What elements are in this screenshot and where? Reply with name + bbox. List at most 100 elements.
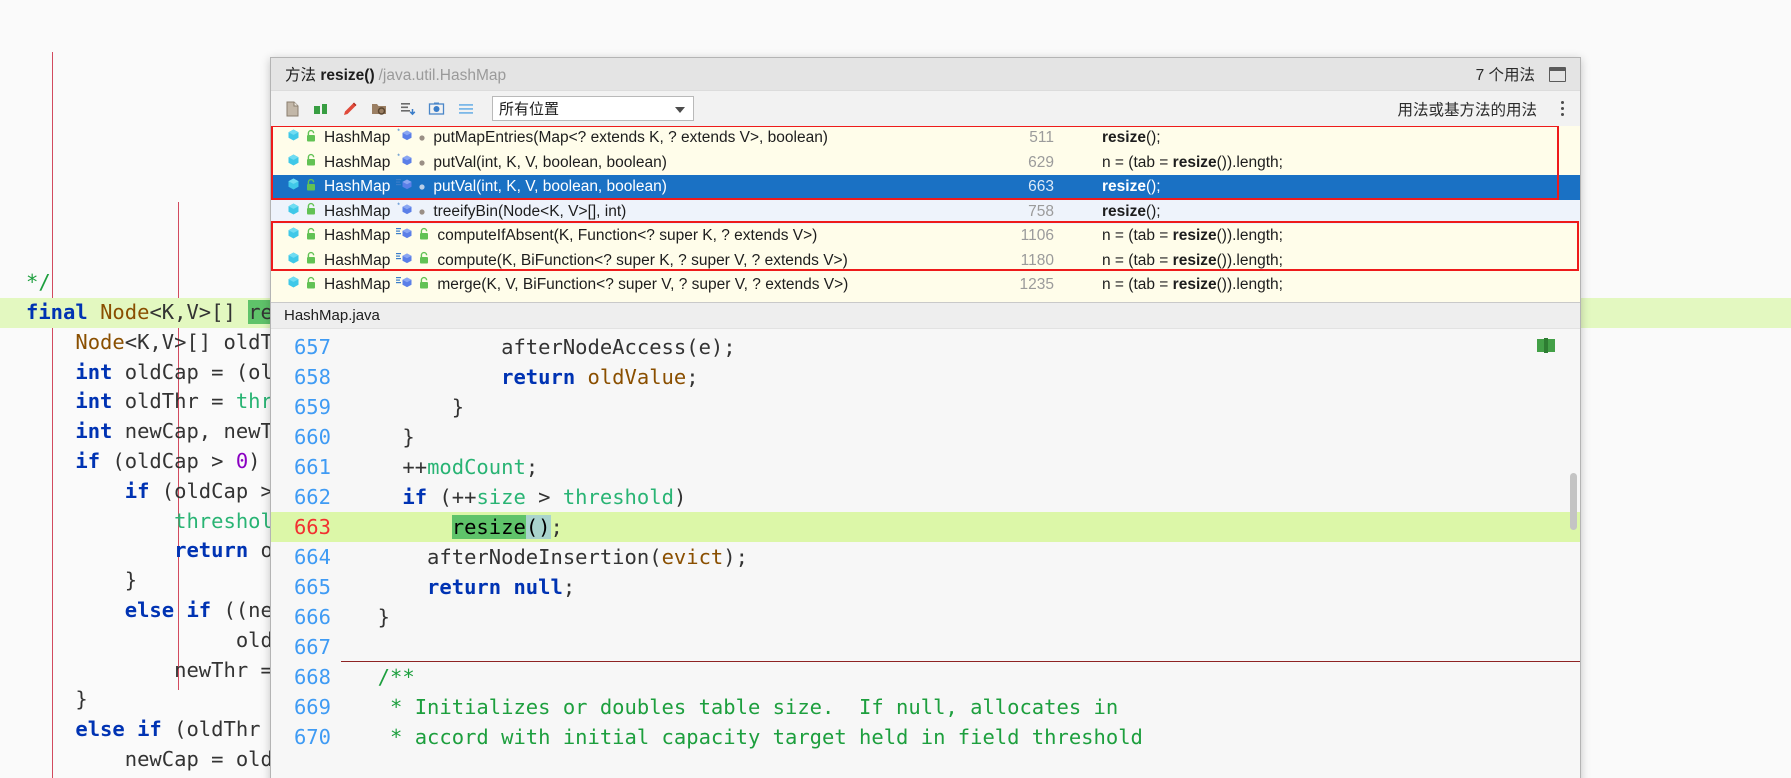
- usage-code-match: resize: [1172, 251, 1217, 269]
- usage-row[interactable]: HashMap putVal(int, K, V, boolean, boolea…: [271, 175, 1580, 200]
- method-icons: *: [396, 202, 426, 222]
- usage-code-prefix: n = (tab =: [1102, 276, 1173, 294]
- code-token: ;: [562, 575, 576, 599]
- popup-title: 方法 resize()/java.util.HashMap: [285, 63, 506, 85]
- code-token: if: [26, 448, 113, 473]
- visibility-dot-icon: [418, 178, 426, 196]
- method-icons: [396, 275, 430, 295]
- code-token: (: [649, 545, 662, 569]
- code-token: threshold: [26, 508, 286, 533]
- code-token: return: [353, 365, 588, 389]
- restore-window-icon[interactable]: [1549, 66, 1566, 82]
- usage-row[interactable]: HashMap computeIfAbsent(K, Function<? sup…: [271, 224, 1580, 249]
- code-token: */: [26, 270, 51, 295]
- usage-code-suffix: ()).length;: [1216, 251, 1283, 269]
- preview-line-number: 662: [293, 485, 331, 509]
- usage-line-number: 663: [1028, 178, 1054, 196]
- preview-code-line: 661 ++modCount;: [271, 452, 1580, 482]
- code-token: return: [353, 575, 514, 599]
- usage-line-number: 511: [1029, 129, 1054, 147]
- usage-rows: HashMap * putMapEntries(Map<? extends K, ?…: [271, 126, 1580, 298]
- code-token: ): [673, 485, 687, 509]
- preview-line-text: * Initializes or doubles table size. If …: [331, 692, 1118, 722]
- usage-code-snippet: resize();: [1102, 203, 1580, 221]
- usage-code-prefix: n = (tab =: [1102, 227, 1173, 245]
- preview-file-tab[interactable]: HashMap.java: [271, 303, 1580, 329]
- code-token: (++: [439, 485, 477, 509]
- settings-list-icon[interactable]: [453, 96, 479, 122]
- popup-toolbar: 所有位置 用法或基方法的用法: [271, 91, 1580, 126]
- usage-row[interactable]: HashMap compute(K, BiFunction<? super K, …: [271, 249, 1580, 274]
- preview-icon[interactable]: [424, 96, 450, 122]
- expand-all-icon[interactable]: [395, 96, 421, 122]
- scope-select[interactable]: 所有位置: [492, 96, 694, 121]
- usage-row[interactable]: HashMap * putVal(int, K, V, boolean, boole…: [271, 151, 1580, 176]
- preview-line-number: 657: [293, 335, 331, 359]
- preview-file-name: HashMap.java: [284, 307, 380, 324]
- method-icons: [396, 251, 430, 271]
- method-icon: [396, 177, 414, 197]
- usage-icons: [286, 153, 317, 173]
- preview-line-text: * accord with initial capacity target he…: [331, 722, 1143, 752]
- code-token: ;: [550, 515, 563, 539]
- usage-code-suffix: ()).length;: [1216, 153, 1283, 171]
- method-icon: [396, 226, 414, 246]
- usage-method-signature: computeIfAbsent(K, Function<? super K, ?…: [437, 227, 818, 245]
- code-token: <K,V>[]: [149, 299, 249, 324]
- group-by-module-icon[interactable]: [308, 96, 334, 122]
- preview-code-line: 669 * Initializes or doubles table size.…: [271, 692, 1580, 722]
- group-by-file-structure-icon[interactable]: [279, 96, 305, 122]
- preview-line-text: return oldValue;: [331, 362, 699, 392]
- class-cube-icon: [286, 226, 301, 246]
- code-token: }: [353, 425, 415, 449]
- usage-line-number: 1180: [1020, 251, 1054, 269]
- preview-line-text: /**: [331, 662, 415, 692]
- preview-code-line: 670 * accord with initial capacity targe…: [271, 722, 1580, 752]
- usage-code-match: resize: [1102, 178, 1146, 196]
- lock-icon: [305, 202, 317, 221]
- open-in-find-window-icon[interactable]: [366, 96, 392, 122]
- preview-scrollbar-thumb[interactable]: [1570, 473, 1577, 530]
- preview-code-line: 659 }: [271, 392, 1580, 422]
- preview-code-line: 668 /**: [271, 662, 1580, 692]
- usage-line-number: 1235: [1019, 276, 1054, 294]
- usage-code-suffix: ();: [1145, 129, 1161, 147]
- usage-row[interactable]: HashMap * treeifyBin(Node<K, V>[], int) 758…: [271, 199, 1580, 224]
- usage-icons: [286, 275, 317, 295]
- preview-line-text: afterNodeInsertion(evict);: [331, 542, 748, 572]
- code-token: return: [26, 538, 261, 563]
- code-token: /**: [353, 665, 415, 689]
- code-token: }: [26, 687, 88, 712]
- visibility-dot-icon: [418, 129, 426, 147]
- class-cube-icon: [286, 128, 301, 148]
- preview-line-text: }: [331, 602, 390, 632]
- code-token: threshold: [562, 485, 674, 509]
- usage-list[interactable]: HashMap * putMapEntries(Map<? extends K, ?…: [271, 126, 1580, 302]
- usage-method-signature: putMapEntries(Map<? extends K, ? extends…: [433, 129, 828, 147]
- preview-line-number: 668: [293, 665, 331, 689]
- usage-icons: [286, 202, 317, 222]
- more-options-icon[interactable]: [1554, 98, 1570, 120]
- usage-row[interactable]: HashMap * putMapEntries(Map<? extends K, ?…: [271, 126, 1580, 151]
- code-token: ;: [686, 365, 699, 389]
- code-token: Node: [26, 329, 125, 354]
- find-usages-popup[interactable]: 方法 resize()/java.util.HashMap 7 个用法 所有位置…: [270, 57, 1581, 778]
- preview-code[interactable]: 657 afterNodeAccess(e); 658 return oldVal…: [271, 329, 1580, 778]
- usage-preview-pane[interactable]: HashMap.java 657 afterNodeAccess(e); 658 …: [271, 302, 1580, 778]
- lock-icon: [305, 276, 317, 295]
- usage-code-snippet: resize();: [1102, 178, 1580, 196]
- method-icon: *: [396, 153, 414, 173]
- method-icon: *: [396, 202, 414, 222]
- usage-class-name: HashMap: [324, 178, 391, 196]
- preview-line-text: afterNodeAccess(e);: [331, 332, 736, 362]
- usage-class-name: HashMap: [324, 276, 391, 294]
- svg-text:*: *: [397, 154, 401, 162]
- code-token: 0: [235, 448, 249, 473]
- usage-row[interactable]: HashMap merge(K, V, BiFunction<? super V,…: [271, 273, 1580, 298]
- code-token: afterNodeInsertion: [353, 545, 650, 569]
- class-cube-icon: [286, 202, 301, 222]
- usage-scope-label: 用法或基方法的用法: [1397, 101, 1537, 119]
- edit-icon[interactable]: [337, 96, 363, 122]
- preview-code-line: 667: [271, 632, 1580, 662]
- preview-code-line: 660 }: [271, 422, 1580, 452]
